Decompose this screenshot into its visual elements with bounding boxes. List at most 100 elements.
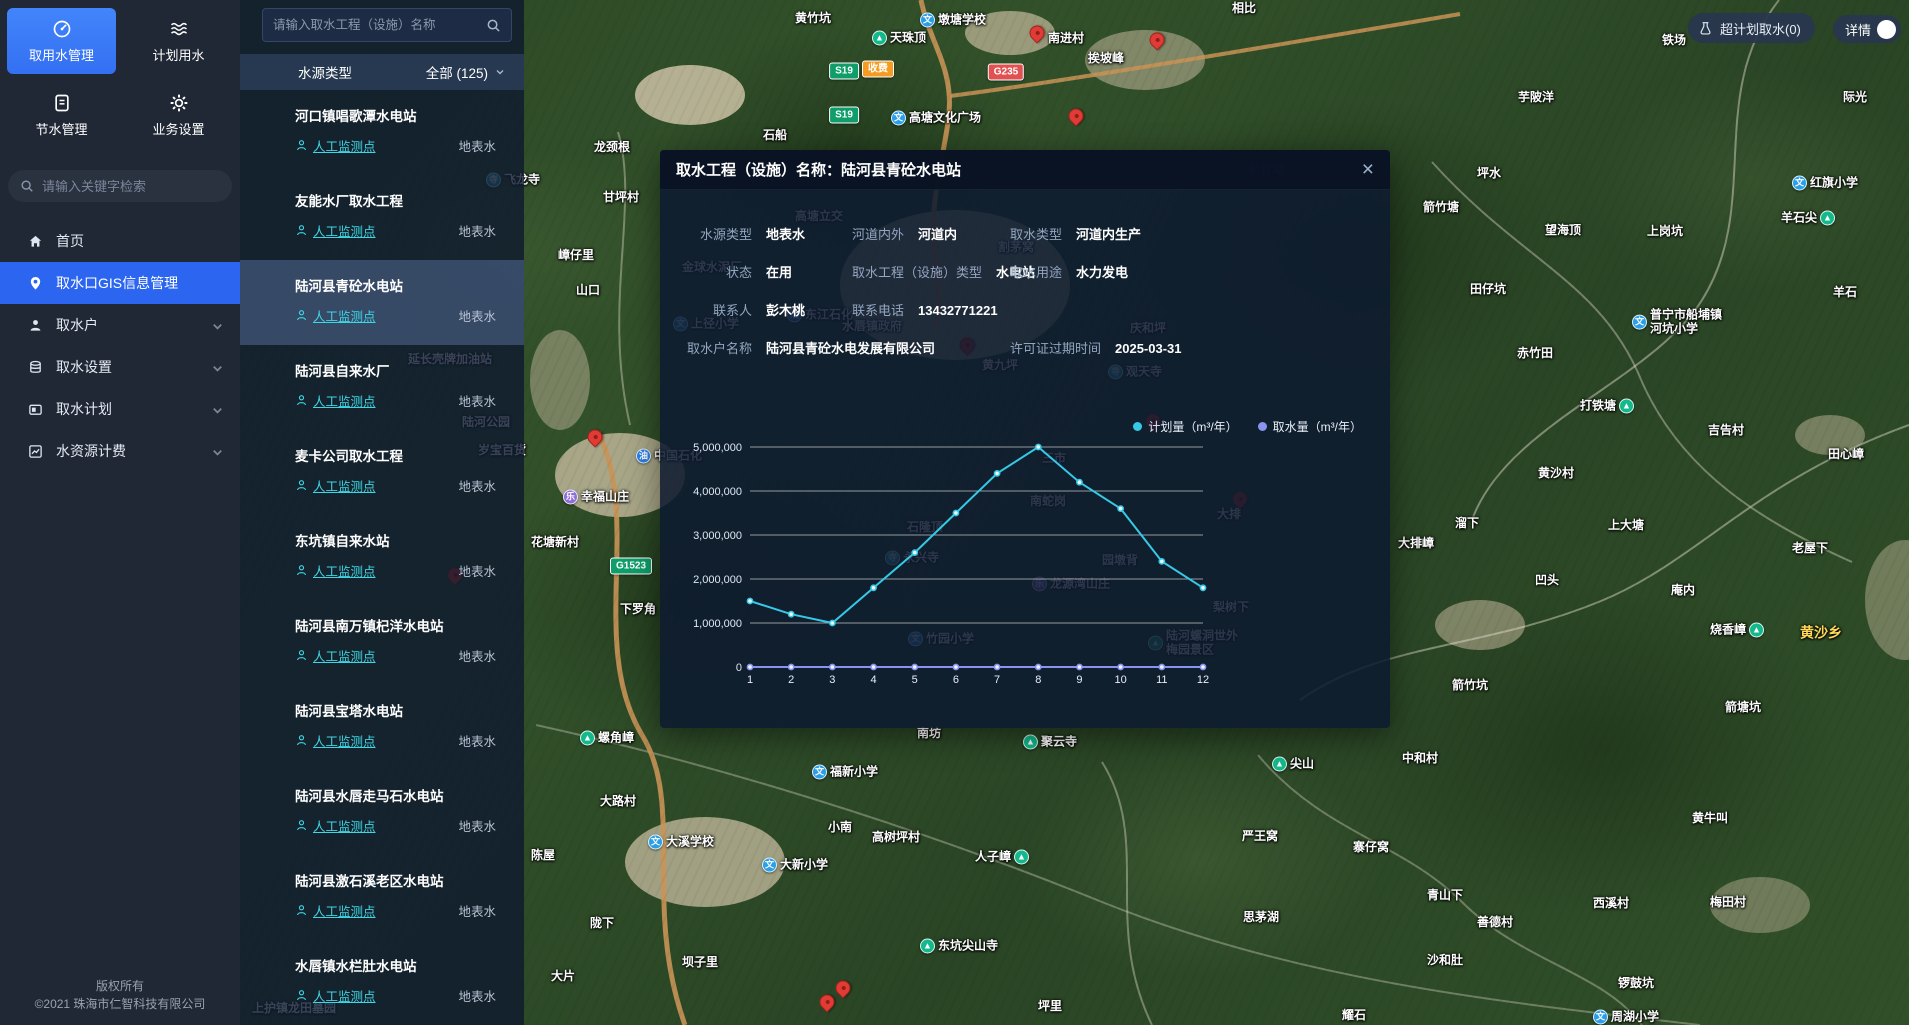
manual-monitor-link[interactable]: 人工监测点	[295, 986, 376, 1005]
manual-monitor-link[interactable]: 人工监测点	[295, 391, 376, 410]
map-label: 花塘新村	[531, 535, 579, 549]
close-icon[interactable]: ×	[1362, 159, 1374, 180]
map-label: 陇下	[590, 916, 614, 930]
sidebar: 取用水管理计划用水节水管理业务设置 首页取水口GIS信息管理取水户取水设置取水计…	[0, 0, 240, 1025]
map-label: 文高塘文化广场	[891, 111, 981, 126]
menu-label: 取水户	[56, 315, 98, 335]
manual-monitor-link[interactable]: 人工监测点	[295, 901, 376, 920]
station-item[interactable]: 陆河县宝塔水电站人工监测点地表水	[240, 685, 524, 770]
sidebar-item-pin[interactable]: 取水口GIS信息管理	[0, 262, 240, 304]
svg-text:8: 8	[1035, 674, 1041, 686]
mtn-poi-icon: ▲	[1749, 623, 1764, 638]
toggle-knob[interactable]	[1877, 20, 1896, 39]
map-label-text: 际光	[1843, 90, 1867, 104]
chevron-down-icon	[210, 445, 222, 457]
field: 联系电话13432771221	[852, 300, 1010, 319]
map-label: 思茅湖	[1243, 910, 1279, 924]
map-marker-pin[interactable]	[584, 426, 605, 447]
station-item[interactable]: 河口镇唱歌潭水电站人工监测点地表水	[240, 90, 524, 175]
search-icon[interactable]	[486, 18, 501, 33]
modal-title: 取水工程（设施）名称：陆河县青砼水电站	[676, 159, 961, 180]
person-icon	[295, 139, 308, 152]
map-label-text: 石船	[763, 128, 787, 142]
water-source-type: 地表水	[458, 391, 496, 410]
map-label-text: 铁场	[1662, 33, 1686, 47]
sidebar-item-user[interactable]: 取水户	[0, 304, 240, 346]
station-item[interactable]: 陆河县水唇走马石水电站人工监测点地表水	[240, 770, 524, 855]
manual-monitor-link[interactable]: 人工监测点	[295, 476, 376, 495]
svg-text:4: 4	[870, 674, 876, 686]
map-marker-pin[interactable]	[1146, 29, 1167, 50]
station-item[interactable]: 陆河县青砼水电站人工监测点地表水	[240, 260, 524, 345]
manual-monitor-link[interactable]: 人工监测点	[295, 221, 376, 240]
field-value: 在用	[766, 262, 792, 281]
field: 联系人彭木桃	[680, 300, 852, 319]
map-label: 南进村	[1048, 31, 1084, 45]
detail-label: 详情	[1845, 20, 1871, 39]
station-item[interactable]: 陆河县激石溪老区水电站人工监测点地表水	[240, 855, 524, 940]
map-label-text: 幸福山庄	[581, 490, 629, 504]
svg-text:2: 2	[788, 674, 794, 686]
sidebar-menu: 首页取水口GIS信息管理取水户取水设置取水计划水资源计费	[0, 220, 240, 472]
menu-label: 取水设置	[56, 357, 112, 377]
station-item[interactable]: 水唇镇水栏肚水电站人工监测点地表水	[240, 940, 524, 1025]
module-waves[interactable]: 计划用水	[124, 8, 233, 74]
manual-monitor-link[interactable]: 人工监测点	[295, 561, 376, 580]
map-label-text: 沙和肚	[1427, 953, 1463, 967]
svg-text:10: 10	[1115, 674, 1127, 686]
sidebar-item-card[interactable]: 取水计划	[0, 388, 240, 430]
map-label: ▲尖山	[1272, 757, 1314, 772]
sidebar-item-chart[interactable]: 水资源计费	[0, 430, 240, 472]
station-item[interactable]: 陆河县南万镇杞洋水电站人工监测点地表水	[240, 600, 524, 685]
field-row: 状态在用取水工程（设施）类型水电站取水用途水力发电	[680, 252, 1390, 290]
map-label-text: 坝子里	[682, 955, 718, 969]
module-doc[interactable]: 节水管理	[7, 82, 116, 148]
station-item[interactable]: 陆河县自来水厂人工监测点地表水	[240, 345, 524, 430]
station-search-input[interactable]	[273, 18, 486, 32]
map-label-text: 耀石	[1342, 1008, 1366, 1022]
field: 许可证过期时间2025-03-31	[1010, 338, 1390, 357]
map-label: 际光	[1843, 90, 1867, 104]
sidebar-item-home[interactable]: 首页	[0, 220, 240, 262]
module-gauge[interactable]: 取用水管理	[7, 8, 116, 74]
map-label-text: 大路村	[600, 794, 636, 808]
person-icon	[295, 564, 308, 577]
manual-monitor-link[interactable]: 人工监测点	[295, 136, 376, 155]
map-label: 严王窝	[1242, 829, 1278, 843]
person-icon	[295, 309, 308, 322]
map-label: 上岗坑	[1647, 224, 1683, 238]
map-marker-pin[interactable]	[1026, 22, 1047, 43]
keyword-search-box[interactable]	[8, 170, 232, 202]
svg-text:3,000,000: 3,000,000	[693, 530, 742, 542]
map-label-text: 大溪学校	[666, 835, 714, 849]
detail-toggle[interactable]: 详情	[1833, 15, 1901, 43]
school-poi-icon: 文	[1632, 315, 1647, 330]
module-gear[interactable]: 业务设置	[124, 82, 233, 148]
map-label-text: 周湖小学	[1611, 1010, 1659, 1024]
source-type-filter[interactable]: 水源类型 全部 (125)	[240, 54, 524, 90]
school-poi-icon: 文	[812, 765, 827, 780]
over-plan-intake-button[interactable]: 超计划取水(0)	[1688, 13, 1815, 43]
sidebar-item-db[interactable]: 取水设置	[0, 346, 240, 388]
road-badge: S19	[829, 107, 859, 124]
station-item[interactable]: 麦卡公司取水工程人工监测点地表水	[240, 430, 524, 515]
map-label: 坪里	[1038, 999, 1062, 1013]
filter-value-dropdown[interactable]: 全部 (125)	[426, 62, 506, 82]
field-value: 水力发电	[1076, 262, 1128, 281]
manual-monitor-link[interactable]: 人工监测点	[295, 816, 376, 835]
station-item[interactable]: 东坑镇自来水站人工监测点地表水	[240, 515, 524, 600]
manual-monitor-link[interactable]: 人工监测点	[295, 306, 376, 325]
map-marker-pin[interactable]	[832, 977, 853, 998]
map-label-text: 花塘新村	[531, 535, 579, 549]
station-item[interactable]: 友能水厂取水工程人工监测点地表水	[240, 175, 524, 260]
keyword-search-input[interactable]	[42, 179, 220, 194]
manual-monitor-link[interactable]: 人工监测点	[295, 646, 376, 665]
manual-monitor-link[interactable]: 人工监测点	[295, 731, 376, 750]
map-marker-pin[interactable]	[816, 991, 837, 1012]
station-search-box[interactable]	[262, 8, 512, 42]
map-label-text: 箭竹坑	[1452, 678, 1488, 692]
map-marker-pin[interactable]	[1065, 105, 1086, 126]
map-label: ▲螺角嶂	[580, 731, 634, 746]
map-label: 锣鼓坑	[1618, 976, 1654, 990]
field: 河道内外河道内	[852, 224, 1010, 243]
